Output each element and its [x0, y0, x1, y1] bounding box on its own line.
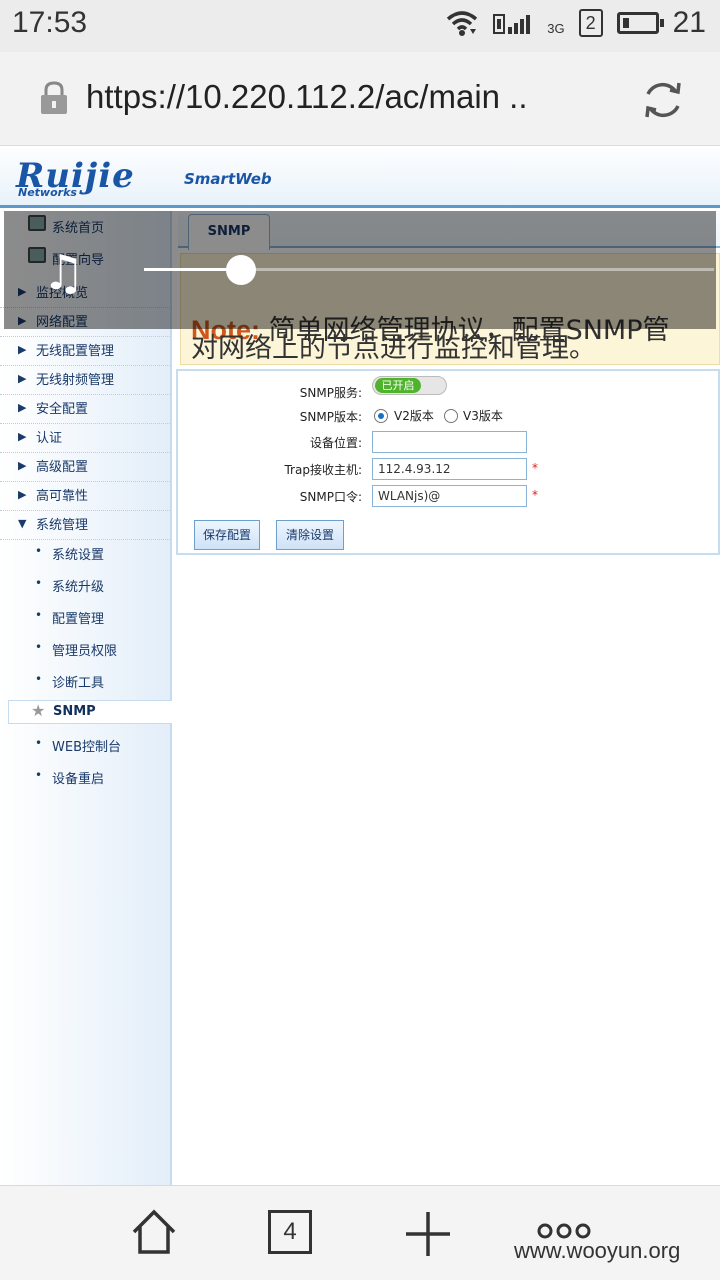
sidebar-item-system-settings[interactable]: • 系统设置 — [0, 544, 170, 568]
sidebar-item-label: 配置管理 — [52, 612, 105, 627]
sidebar-item-snmp[interactable]: ★ SNMP — [8, 700, 172, 724]
save-config-button[interactable]: 保存配置 — [194, 520, 260, 550]
new-tab-icon[interactable] — [404, 1210, 452, 1258]
sidebar-item-label: 管理员权限 — [52, 644, 118, 659]
sidebar-item-label: 设备重启 — [52, 772, 105, 787]
sidebar-item-web-console[interactable]: • WEB控制台 — [0, 736, 170, 760]
watermark-text: www.wooyun.org — [514, 1238, 681, 1263]
sidebar-item-device-restart[interactable]: • 设备重启 — [0, 768, 170, 792]
sidebar-item-system-upgrade[interactable]: • 系统升级 — [0, 576, 170, 600]
sidebar-group-reliability[interactable]: ▶ 高可靠性 — [0, 485, 170, 511]
refresh-icon[interactable] — [640, 78, 686, 122]
sidebar-item-diagnostics[interactable]: • 诊断工具 — [0, 672, 170, 696]
snmp-form: SNMP服务: 已开启 SNMP版本: V2版本 V3版本 设备位置: Trap… — [176, 369, 720, 555]
clock: 17:53 — [12, 6, 88, 39]
snmp-service-toggle[interactable]: 已开启 — [372, 376, 447, 395]
expand-arrow-icon: ▶ — [18, 430, 27, 443]
snmp-version-label: SNMP版本: — [299, 410, 362, 424]
sidebar-group-wireless[interactable]: ▶ 无线配置管理 — [0, 340, 170, 366]
bullet-icon: • — [35, 544, 43, 558]
note-text-line2: 对网络上的节点进行监控和管理。 — [191, 333, 596, 364]
battery-percent: 21 — [672, 6, 706, 39]
status-icons: 3G 2 21 — [445, 6, 706, 40]
expand-arrow-icon: ▶ — [18, 488, 27, 501]
sidebar: 系统首页 配置向导 ▶ 监控概览 ▶ 网络配置 ▶ 无线配置管理 ▶ 无线射频管… — [0, 211, 172, 1185]
collapse-arrow-icon: ▼ — [18, 517, 27, 530]
browser-url-bar[interactable]: https://10.220.112.2/ac/main .. — [0, 52, 720, 146]
sidebar-group-label: 高可靠性 — [36, 489, 89, 504]
snmp-community-label: SNMP口令: — [299, 490, 362, 504]
radio-v2-label: V2版本 — [394, 409, 434, 423]
browser-bottom-nav: 4 www.wooyun.org — [0, 1185, 720, 1280]
sidebar-item-admin-permissions[interactable]: • 管理员权限 — [0, 640, 170, 664]
battery-icon — [616, 12, 664, 34]
tabs-count-button[interactable]: 4 — [268, 1210, 312, 1254]
clear-settings-button[interactable]: 清除设置 — [276, 520, 344, 550]
bullet-icon: • — [35, 736, 43, 750]
music-note-icon: ♫ — [42, 245, 86, 301]
network-type-label: 3G — [547, 20, 565, 36]
star-icon: ★ — [31, 701, 46, 720]
bullet-icon: • — [35, 576, 43, 590]
wifi-icon — [447, 11, 478, 36]
expand-arrow-icon: ▶ — [18, 459, 27, 472]
snmp-service-label: SNMP服务: — [299, 386, 362, 400]
radio-v2[interactable] — [374, 409, 388, 423]
sidebar-item-config-management[interactable]: • 配置管理 — [0, 608, 170, 632]
home-icon[interactable] — [130, 1208, 178, 1256]
sidebar-group-label: 无线射频管理 — [36, 373, 115, 388]
sidebar-item-label: 系统升级 — [52, 580, 105, 595]
radio-v3[interactable] — [444, 409, 458, 423]
ruijie-logo-subtitle: Networks — [18, 186, 77, 199]
sidebar-group-label: 系统管理 — [36, 518, 89, 533]
url-text[interactable]: https://10.220.112.2/ac/main .. — [86, 78, 528, 116]
sidebar-item-label: SNMP — [53, 704, 96, 719]
sidebar-item-label: 诊断工具 — [52, 676, 105, 691]
radio-v3-label: V3版本 — [463, 409, 503, 423]
bullet-icon: • — [35, 640, 43, 654]
status-bar: 17:53 3G 2 21 — [0, 0, 720, 52]
sidebar-group-label: 认证 — [36, 431, 63, 446]
media-progress-thumb[interactable] — [226, 255, 256, 285]
sidebar-item-label: WEB控制台 — [52, 740, 121, 755]
sidebar-group-system[interactable]: ▼ 系统管理 — [0, 514, 170, 540]
sidebar-group-label: 安全配置 — [36, 402, 89, 417]
sidebar-group-auth[interactable]: ▶ 认证 — [0, 427, 170, 453]
bullet-icon: • — [35, 672, 43, 686]
expand-arrow-icon: ▶ — [18, 372, 27, 385]
device-location-label: 设备位置: — [309, 436, 362, 450]
snmp-community-input[interactable]: WLANjs)@ — [372, 485, 527, 507]
bullet-icon: • — [35, 608, 43, 622]
battery-fill — [622, 18, 629, 28]
signal-icon — [493, 14, 531, 34]
lock-icon — [41, 81, 67, 114]
sidebar-group-label: 高级配置 — [36, 460, 89, 475]
required-mark: * — [532, 488, 538, 502]
required-mark: * — [532, 461, 538, 475]
sidebar-group-radio[interactable]: ▶ 无线射频管理 — [0, 369, 170, 395]
main-content: SNMP Note: 简单网络管理协议，配置SNMP管 对网络上的节点进行监控和… — [174, 211, 720, 1185]
sidebar-group-label: 无线配置管理 — [36, 344, 115, 359]
device-location-input[interactable] — [372, 431, 527, 453]
bullet-icon: • — [35, 768, 43, 782]
sidebar-group-advanced[interactable]: ▶ 高级配置 — [0, 456, 170, 482]
toggle-state: 已开启 — [375, 378, 421, 393]
sidebar-item-label: 系统设置 — [52, 548, 105, 563]
sim-slot-badge: 2 — [578, 9, 603, 37]
expand-arrow-icon: ▶ — [18, 343, 27, 356]
product-name: SmartWeb — [184, 170, 272, 188]
expand-arrow-icon: ▶ — [18, 401, 27, 414]
trap-host-input[interactable]: 112.4.93.12 — [372, 458, 527, 480]
trap-host-label: Trap接收主机: — [284, 463, 362, 477]
sidebar-group-security[interactable]: ▶ 安全配置 — [0, 398, 170, 424]
media-player-overlay[interactable]: ♫ — [4, 211, 716, 329]
app-header: Ruijie Networks SmartWeb — [0, 146, 720, 208]
